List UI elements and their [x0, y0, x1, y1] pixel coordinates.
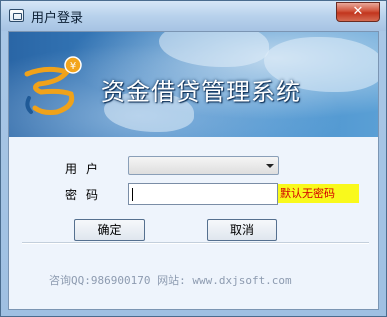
svg-text:¥: ¥ [70, 61, 76, 72]
close-icon: ✕ [352, 4, 364, 19]
footer-contact: 咨询QQ:986900170 网站: www.dxjsoft.com [49, 274, 292, 287]
banner: ¥ 资金借贷管理系统 [9, 32, 378, 137]
login-window: 用户登录 ✕ ¥ 资金借贷管理系统 用户 密码 默认无密码 确定 取消 咨询QQ… [0, 0, 387, 317]
title-bar[interactable]: 用户登录 ✕ [1, 1, 386, 31]
chevron-down-icon[interactable] [266, 164, 274, 168]
user-select[interactable] [128, 156, 279, 175]
user-label: 用户 [65, 162, 108, 176]
password-field[interactable] [128, 183, 278, 205]
world-map-shape [159, 32, 269, 67]
password-label: 密码 [65, 188, 108, 202]
close-button[interactable]: ✕ [336, 2, 380, 22]
app-window-icon [9, 9, 24, 22]
window-title: 用户登录 [31, 11, 84, 26]
password-hint: 默认无密码 [278, 184, 359, 203]
text-caret [132, 188, 133, 201]
yi-logo-icon: ¥ [24, 56, 82, 115]
app-name: 资金借贷管理系统 [101, 78, 301, 106]
login-panel: ¥ 资金借贷管理系统 用户 密码 默认无密码 确定 取消 咨询QQ:986900… [8, 31, 379, 310]
cancel-button[interactable]: 取消 [207, 219, 277, 241]
ok-button[interactable]: 确定 [74, 219, 145, 241]
divider [22, 242, 369, 244]
